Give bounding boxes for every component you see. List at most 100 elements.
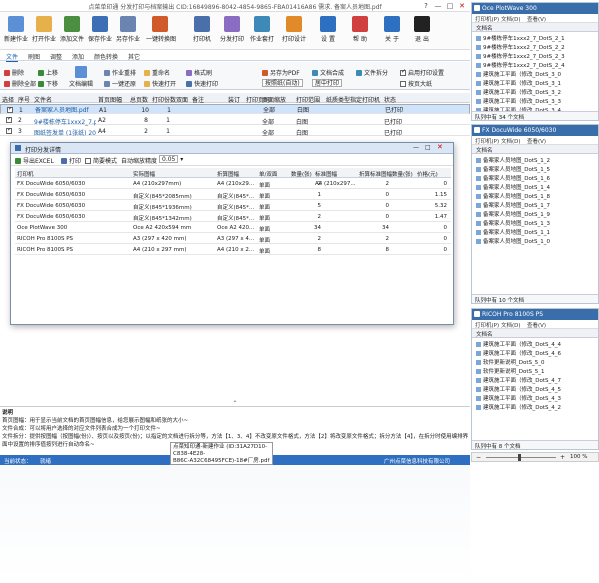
dialog-close-button[interactable]: ✕ bbox=[437, 143, 443, 151]
column-header[interactable]: 折算标准图幅数量(张) bbox=[359, 170, 413, 178]
split-button[interactable]: 文件拆分 bbox=[356, 68, 388, 77]
maximize-button[interactable]: □ bbox=[444, 1, 456, 11]
list-item[interactable]: 9#楼栋停车1xxx2_7_DotS_2_2 bbox=[476, 43, 594, 51]
list-item[interactable]: 9#楼栋停车1xxx2_7_DotS_2_4 bbox=[476, 61, 594, 69]
toolbar-button[interactable]: 添加文件 bbox=[58, 14, 86, 48]
list-item[interactable]: 备案家人员地图_DotS_1_9 bbox=[476, 210, 594, 218]
rename-button[interactable]: 重命名 bbox=[144, 68, 170, 77]
toolbar-button[interactable]: 关 于 bbox=[378, 14, 406, 48]
toolbar-button[interactable]: 设 置 bbox=[314, 14, 342, 48]
tab-file[interactable]: 文件 bbox=[6, 52, 19, 62]
list-item[interactable]: 建筑施工平面（修改_DotS_4_5 bbox=[476, 385, 594, 393]
list-item[interactable]: 建筑施工平面（修改_DotS_4_7 bbox=[476, 376, 594, 384]
toolbar-button[interactable]: 退 出 bbox=[408, 14, 436, 48]
list-item[interactable]: 备案家人员地图_DotS_1_0 bbox=[476, 237, 594, 245]
tab-adjust[interactable]: 调整 bbox=[50, 52, 62, 61]
panel-menu-item[interactable]: 打印机(P) bbox=[475, 15, 499, 23]
column-header[interactable]: 首页图幅 bbox=[98, 95, 122, 104]
panel-menu-item[interactable]: 查看(V) bbox=[527, 321, 546, 329]
panel-menu-item[interactable]: 文档(D) bbox=[501, 321, 521, 329]
table-row[interactable]: FX DocuWide 6050/6030 自定义(845*2085mm) 自定义(… bbox=[15, 190, 451, 200]
list-item[interactable]: 备案家人员地图_DotS_1_7 bbox=[476, 201, 594, 209]
list-item[interactable]: 备案家人员地图_DotS_1_4 bbox=[476, 183, 594, 191]
minimize-button[interactable]: — bbox=[432, 1, 444, 11]
quick-open-button[interactable]: 快速打开 bbox=[144, 79, 176, 88]
toolbar-button[interactable]: 一键转换图 bbox=[146, 14, 176, 48]
toolbar-button[interactable]: 保存作业 bbox=[86, 14, 114, 48]
panel-menu-item[interactable]: 文档(D) bbox=[501, 137, 521, 145]
save-pdf-button[interactable]: 另存为PDF bbox=[262, 68, 300, 77]
column-header[interactable]: 打印机 bbox=[17, 170, 34, 178]
adaptive-print-checkbox[interactable]: 按页大纸 bbox=[400, 79, 432, 88]
tab-add[interactable]: 添加 bbox=[72, 52, 84, 61]
table-row[interactable]: RICOH Pro 8100S PS A3 (297 x 420 mm) A3 (2… bbox=[15, 234, 451, 244]
list-item[interactable]: 建筑施工平面（修改_DotS_4_6 bbox=[476, 349, 594, 357]
close-button[interactable]: ✕ bbox=[456, 1, 468, 11]
enable-print-settings-checkbox[interactable]: 启用打印设置 bbox=[400, 68, 444, 77]
table-row[interactable]: FX DocuWide 6050/6030 A4 (210x297mm) A4 (2… bbox=[15, 179, 451, 189]
zoom-slider-thumb[interactable] bbox=[518, 454, 521, 461]
doc-edit-button[interactable]: 文档编辑 bbox=[66, 66, 96, 88]
list-item[interactable]: 备案家人员地图_DotS_1_2 bbox=[476, 156, 594, 164]
column-header[interactable]: 标准图幅 bbox=[315, 170, 337, 178]
zoom-in-button[interactable]: + bbox=[560, 454, 565, 461]
list-item[interactable]: 备案家人员地图_DotS_1_5 bbox=[476, 165, 594, 173]
toolbar-button[interactable]: 打印机 bbox=[188, 14, 216, 48]
list-item[interactable]: 建筑施工平面（修改_DotS_3_3 bbox=[476, 97, 594, 105]
tab-other[interactable]: 其它 bbox=[128, 52, 140, 61]
column-header[interactable]: 文件名 bbox=[34, 95, 52, 104]
dialog-print-button[interactable]: 打印 bbox=[61, 156, 81, 165]
column-header[interactable]: 状态 bbox=[384, 95, 396, 104]
paper-select[interactable]: 按照纸(自动) bbox=[262, 79, 303, 87]
column-header[interactable]: 总页数 bbox=[130, 95, 148, 104]
row-checkbox[interactable] bbox=[7, 107, 15, 114]
table-row[interactable]: FX DocuWide 6050/6030 自定义(845*1936mm) 自定义(… bbox=[15, 201, 451, 211]
column-header[interactable]: 单/双面 bbox=[259, 170, 277, 178]
table-row[interactable]: 1 备案家人员地图.pdf A1 10 1 全部 白图 已打印 bbox=[0, 104, 470, 114]
move-up-button[interactable]: 上移 bbox=[38, 68, 58, 77]
toolbar-button[interactable]: 新建作业 bbox=[2, 14, 30, 48]
toolbar-button[interactable]: 帮 助 bbox=[346, 14, 374, 48]
job-reorder-button[interactable]: 作业重排 bbox=[104, 68, 136, 77]
panel-menu-item[interactable]: 打印机(P) bbox=[475, 137, 499, 145]
toolbar-button[interactable]: 打开作业 bbox=[30, 14, 58, 48]
column-header[interactable]: 备注 bbox=[192, 95, 204, 104]
list-item[interactable]: 建筑施工平面（修改_DotS_3_2 bbox=[476, 88, 594, 96]
column-header[interactable]: 页面缩放 bbox=[262, 95, 286, 104]
column-header[interactable]: 双面 bbox=[176, 95, 188, 104]
column-header[interactable]: 打印范围 bbox=[296, 95, 320, 104]
column-header[interactable]: 装订 bbox=[228, 95, 240, 104]
list-item[interactable]: 建筑施工平面（修改_DotS_4_3 bbox=[476, 394, 594, 402]
merge-button[interactable]: 文档合成 bbox=[312, 68, 344, 77]
panel-menu-item[interactable]: 打印机(P) bbox=[475, 321, 499, 329]
format-brush-button[interactable]: 格式刷 bbox=[186, 68, 212, 77]
table-row[interactable]: 3 图纸签发单 (1张纸) 2020.pdfA4 2 1 全部 白图 已打印 bbox=[0, 126, 470, 137]
column-header[interactable]: 纸质类型 bbox=[326, 95, 350, 104]
table-row[interactable]: Oce PlotWave 300 Oce A2 420x594 mm Oce A2 … bbox=[15, 223, 451, 233]
list-item[interactable]: 备案家人员地图_DotS_1_1 bbox=[476, 228, 594, 236]
list-item[interactable]: 备案家人员地图_DotS_1_8 bbox=[476, 192, 594, 200]
dialog-minimize-button[interactable]: — bbox=[413, 144, 419, 151]
panel-menu-item[interactable]: 文档(D) bbox=[501, 15, 521, 23]
table-row[interactable]: RICOH Pro 8100S PS A4 (210 x 297 mm) A4 (2… bbox=[15, 245, 451, 255]
list-item[interactable]: 建筑施工平面（修改_DotS_3_1 bbox=[476, 79, 594, 87]
column-header[interactable]: 价格(元) bbox=[417, 170, 438, 178]
list-item[interactable]: 备案家人员地图_DotS_1_3 bbox=[476, 219, 594, 227]
column-header[interactable]: 指定打印机 bbox=[350, 95, 380, 104]
toolbar-button[interactable]: 作业套打 bbox=[248, 14, 276, 48]
column-header[interactable]: 打印份数 bbox=[152, 95, 176, 104]
column-header[interactable]: 折算图幅 bbox=[217, 170, 239, 178]
tab-color[interactable]: 颜色转换 bbox=[94, 52, 118, 61]
export-excel-button[interactable]: 导出EXCEL bbox=[15, 156, 54, 165]
column-header[interactable]: 实际图幅 bbox=[133, 170, 155, 178]
toolbar-button[interactable]: 分发打印 bbox=[218, 14, 246, 48]
table-row[interactable]: FX DocuWide 6050/6030 自定义(845*1342mm) 自定义(… bbox=[15, 212, 451, 222]
panel-menu-item[interactable]: 查看(V) bbox=[527, 15, 546, 23]
restore-button[interactable]: 一键还原 bbox=[104, 79, 136, 88]
list-item[interactable]: 9#楼栋停车1xxx2_7_DotS_2_1 bbox=[476, 34, 594, 42]
table-row[interactable]: 2 9#楼栋停车1xxx2_7.pdfA2 8 1 全部 白图 已打印 bbox=[0, 115, 470, 126]
toolbar-button[interactable]: 打印设计 bbox=[280, 14, 308, 48]
list-item[interactable]: 建筑施工平面（修改_DotS_4_2 bbox=[476, 403, 594, 411]
list-item[interactable]: 建筑施工平面（修改_DotS_4_4 bbox=[476, 340, 594, 348]
toolbar-button[interactable]: 另存作业 bbox=[114, 14, 142, 48]
